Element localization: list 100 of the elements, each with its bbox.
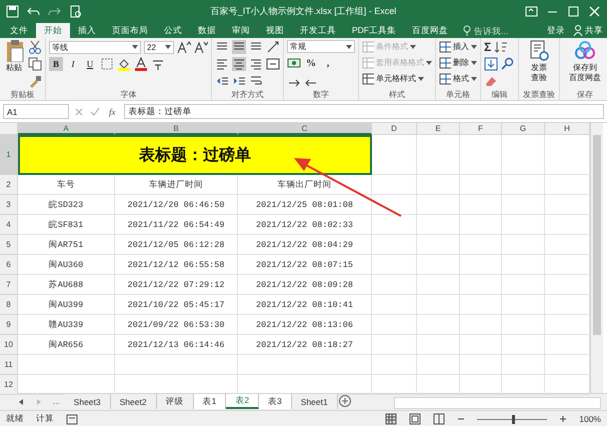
sort-icon[interactable] bbox=[494, 40, 508, 54]
sheet-tab[interactable]: 表3 bbox=[259, 394, 292, 409]
column-header[interactable]: D bbox=[372, 123, 417, 135]
number-format-dropdown[interactable]: 常规 bbox=[287, 40, 355, 53]
align-left-icon[interactable] bbox=[215, 57, 229, 71]
align-right-icon[interactable] bbox=[249, 57, 263, 71]
row-header[interactable]: 12 bbox=[0, 375, 18, 395]
column-header[interactable]: C bbox=[238, 123, 372, 135]
grow-font-icon[interactable] bbox=[177, 40, 191, 54]
sheet-tab[interactable]: Sheet2 bbox=[110, 394, 157, 409]
align-center-icon[interactable] bbox=[232, 57, 246, 71]
horizontal-scrollbar[interactable] bbox=[394, 397, 601, 409]
eraser-icon[interactable] bbox=[484, 74, 498, 88]
maximize-icon[interactable] bbox=[567, 4, 580, 18]
close-icon[interactable] bbox=[588, 4, 601, 18]
ribbon-tab[interactable]: 百度网盘 bbox=[404, 23, 456, 38]
paste-button[interactable]: 粘贴 bbox=[3, 40, 25, 89]
copy-icon[interactable] bbox=[28, 57, 42, 71]
ribbon-options-icon[interactable] bbox=[525, 4, 538, 18]
row-header[interactable]: 11 bbox=[0, 355, 18, 375]
ribbon-tab[interactable]: 插入 bbox=[70, 23, 104, 38]
shrink-font-icon[interactable] bbox=[194, 40, 208, 54]
column-header[interactable]: G bbox=[502, 123, 545, 135]
print-preview-icon[interactable] bbox=[69, 4, 82, 18]
save-icon[interactable] bbox=[6, 4, 19, 18]
lightbulb-icon[interactable] bbox=[462, 25, 472, 36]
zoom-in-icon[interactable] bbox=[559, 415, 568, 423]
sign-in-link[interactable]: 登录 bbox=[547, 24, 565, 36]
row-header[interactable]: 5 bbox=[0, 235, 18, 255]
page-layout-icon[interactable] bbox=[409, 413, 422, 425]
border-icon[interactable] bbox=[100, 57, 114, 71]
column-header[interactable]: H bbox=[545, 123, 590, 135]
row-header[interactable]: 7 bbox=[0, 275, 18, 295]
row-header[interactable]: 10 bbox=[0, 335, 18, 355]
scissors-icon[interactable] bbox=[28, 40, 42, 54]
number-format-button[interactable]: % bbox=[304, 56, 318, 70]
sheet-tab[interactable]: 表2 bbox=[226, 394, 260, 409]
name-box[interactable]: A1 bbox=[3, 104, 69, 119]
ribbon-tab[interactable]: 开始 bbox=[36, 23, 70, 38]
vertical-scrollbar[interactable] bbox=[590, 123, 603, 393]
search-icon[interactable] bbox=[501, 57, 515, 71]
cells-icon[interactable] bbox=[439, 56, 451, 70]
merge-icon[interactable] bbox=[266, 57, 280, 71]
row-header[interactable]: 3 bbox=[0, 195, 18, 215]
row-header[interactable]: 4 bbox=[0, 215, 18, 235]
tell-me-field[interactable]: 告诉我... bbox=[474, 26, 524, 36]
cloud-icon[interactable] bbox=[574, 40, 596, 62]
add-sheet-icon[interactable] bbox=[338, 394, 352, 408]
ribbon-button[interactable]: 保存到 百度网盘 bbox=[569, 40, 601, 89]
format-button[interactable]: U bbox=[83, 57, 97, 71]
ribbon-tab[interactable]: 审阅 bbox=[224, 23, 258, 38]
page-break-icon[interactable] bbox=[433, 413, 446, 425]
cells-icon[interactable] bbox=[439, 72, 451, 86]
table-style-icon[interactable] bbox=[362, 72, 374, 86]
share-button[interactable]: 共享 bbox=[573, 24, 603, 36]
fill-down-icon[interactable] bbox=[484, 57, 498, 71]
sheet-tab[interactable]: Sheet3 bbox=[64, 394, 111, 409]
formula-field[interactable]: 表标题：过磅单 bbox=[124, 104, 604, 119]
cells-menu-button[interactable]: 删除 bbox=[439, 56, 477, 69]
column-header[interactable]: A bbox=[18, 123, 115, 135]
invoice-icon[interactable] bbox=[528, 40, 550, 62]
row-header[interactable]: 8 bbox=[0, 295, 18, 315]
ribbon-tab[interactable]: 数据 bbox=[190, 23, 224, 38]
ribbon-tab[interactable]: PDF工具集 bbox=[344, 23, 404, 38]
orientation-icon[interactable] bbox=[266, 40, 280, 54]
currency-icon[interactable] bbox=[287, 56, 301, 70]
font-color-icon[interactable] bbox=[134, 57, 148, 71]
sheet-tab[interactable]: Sheet1 bbox=[292, 394, 338, 409]
cells-icon[interactable] bbox=[439, 40, 451, 54]
more-sheets-button[interactable]: ... bbox=[48, 394, 65, 409]
brush-icon[interactable] bbox=[28, 74, 42, 88]
ribbon-tab[interactable]: 公式 bbox=[156, 23, 190, 38]
cells-menu-button[interactable]: 插入 bbox=[439, 40, 477, 53]
number-format-button[interactable]: , bbox=[321, 56, 335, 70]
autosum-button[interactable]: Σ bbox=[484, 40, 492, 54]
ribbon-tab[interactable]: 视图 bbox=[258, 23, 292, 38]
sheet-tab[interactable]: 评级 bbox=[156, 394, 194, 409]
insert-function-button[interactable]: fx bbox=[105, 106, 120, 116]
row-header[interactable]: 6 bbox=[0, 255, 18, 275]
row-header[interactable]: 1 bbox=[0, 135, 18, 175]
macro-record-icon[interactable] bbox=[66, 413, 78, 425]
sheet-tab[interactable]: 表1 bbox=[194, 394, 226, 409]
ribbon-tab[interactable]: 开发工具 bbox=[292, 23, 344, 38]
format-button[interactable]: I bbox=[66, 57, 80, 71]
style-menu-button[interactable]: 单元格样式 bbox=[362, 72, 432, 85]
format-button[interactable]: B bbox=[49, 57, 63, 71]
font-size-dropdown[interactable]: 22 bbox=[144, 40, 174, 54]
ribbon-button[interactable]: 发票 查验 bbox=[528, 40, 550, 89]
column-header[interactable]: B bbox=[115, 123, 238, 135]
row-header[interactable]: 2 bbox=[0, 175, 18, 195]
zoom-slider-thumb[interactable] bbox=[512, 414, 516, 424]
normal-view-icon[interactable] bbox=[385, 413, 398, 425]
person-icon[interactable] bbox=[573, 25, 583, 36]
row-header[interactable]: 9 bbox=[0, 315, 18, 335]
column-header[interactable]: F bbox=[460, 123, 502, 135]
undo-icon[interactable] bbox=[27, 4, 40, 18]
ribbon-tab[interactable]: 文件 bbox=[2, 23, 36, 38]
ribbon-tab[interactable]: 页面布局 bbox=[104, 23, 156, 38]
fill-color-icon[interactable] bbox=[117, 57, 131, 71]
font-name-dropdown[interactable]: 等线 bbox=[49, 40, 141, 54]
